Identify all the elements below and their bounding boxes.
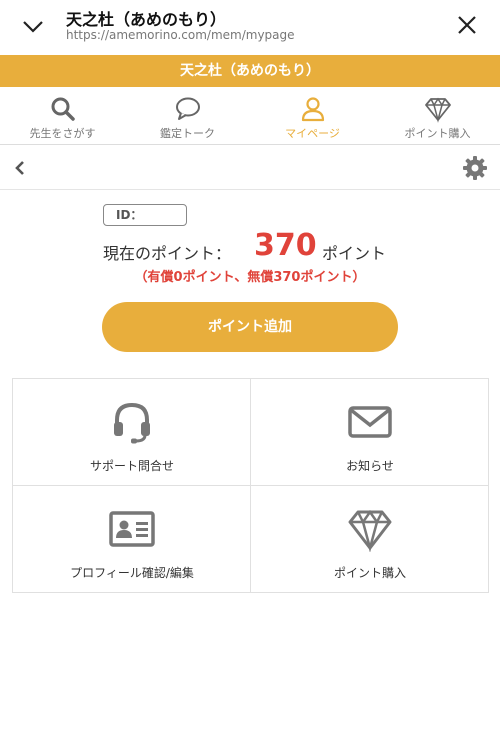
diamond-icon <box>348 509 392 552</box>
points-value: 370 <box>254 228 317 263</box>
menu-notifications[interactable]: お知らせ <box>251 379 489 486</box>
page-subheader <box>0 146 500 190</box>
menu-profile-edit[interactable]: プロフィール確認/編集 <box>13 486 251 593</box>
points-label: 現在のポイント： <box>103 244 232 263</box>
chat-bubble-icon <box>175 97 200 120</box>
menu-label: プロフィール確認/編集 <box>70 566 194 580</box>
diamond-icon <box>424 97 451 123</box>
tab-search-teachers[interactable]: 先生をさがす <box>0 87 125 144</box>
member-id-box: ID： <box>103 204 187 226</box>
browser-title: 天之杜（あめのもり） <box>66 10 227 29</box>
menu-label: ポイント購入 <box>333 566 406 580</box>
menu-label: サポート問合せ <box>89 459 174 473</box>
site-title: 天之杜（あめのもり） <box>180 63 320 79</box>
tab-label: ポイント購入 <box>404 127 471 140</box>
id-card-icon <box>109 511 155 547</box>
tab-fortune-talk[interactable]: 鑑定トーク <box>125 87 250 144</box>
headset-icon <box>114 402 150 444</box>
user-icon <box>301 97 324 122</box>
points-unit: ポイント <box>322 244 387 263</box>
points-summary: 現在のポイント： 370 ポイント <box>0 228 500 268</box>
tab-label: 先生をさがす <box>29 127 96 140</box>
menu-support-inquiry[interactable]: サポート問合せ <box>13 379 251 486</box>
tab-mypage[interactable]: マイページ <box>250 87 375 144</box>
browser-url: https://amemorino.com/mem/mypage <box>66 28 295 42</box>
mypage-menu-grid: サポート問合せ お知らせ プロフィール確認/編集 ポイント購入 <box>12 378 489 593</box>
tab-label: 鑑定トーク <box>160 127 215 140</box>
back-arrow-icon[interactable] <box>10 157 30 179</box>
browser-toolbar: 天之杜（あめのもり） https://amemorino.com/mem/myp… <box>0 0 500 54</box>
chevron-down-icon[interactable] <box>18 12 48 42</box>
menu-label: お知らせ <box>346 459 394 473</box>
member-id-label: ID： <box>116 208 143 222</box>
site-header: 天之杜（あめのもり） <box>0 55 500 87</box>
tab-buy-points[interactable]: ポイント購入 <box>375 87 500 144</box>
envelope-icon <box>348 406 392 438</box>
tab-label: マイページ <box>285 127 340 140</box>
search-icon <box>51 97 75 121</box>
add-points-button[interactable]: ポイント追加 <box>102 302 398 352</box>
gear-icon[interactable] <box>462 155 488 181</box>
points-breakdown: （有償0ポイント、無償370ポイント） <box>134 270 366 285</box>
menu-buy-points[interactable]: ポイント購入 <box>251 486 489 593</box>
close-icon[interactable] <box>452 10 482 40</box>
main-nav: 先生をさがす 鑑定トーク マイページ ポイント購入 <box>0 87 500 145</box>
